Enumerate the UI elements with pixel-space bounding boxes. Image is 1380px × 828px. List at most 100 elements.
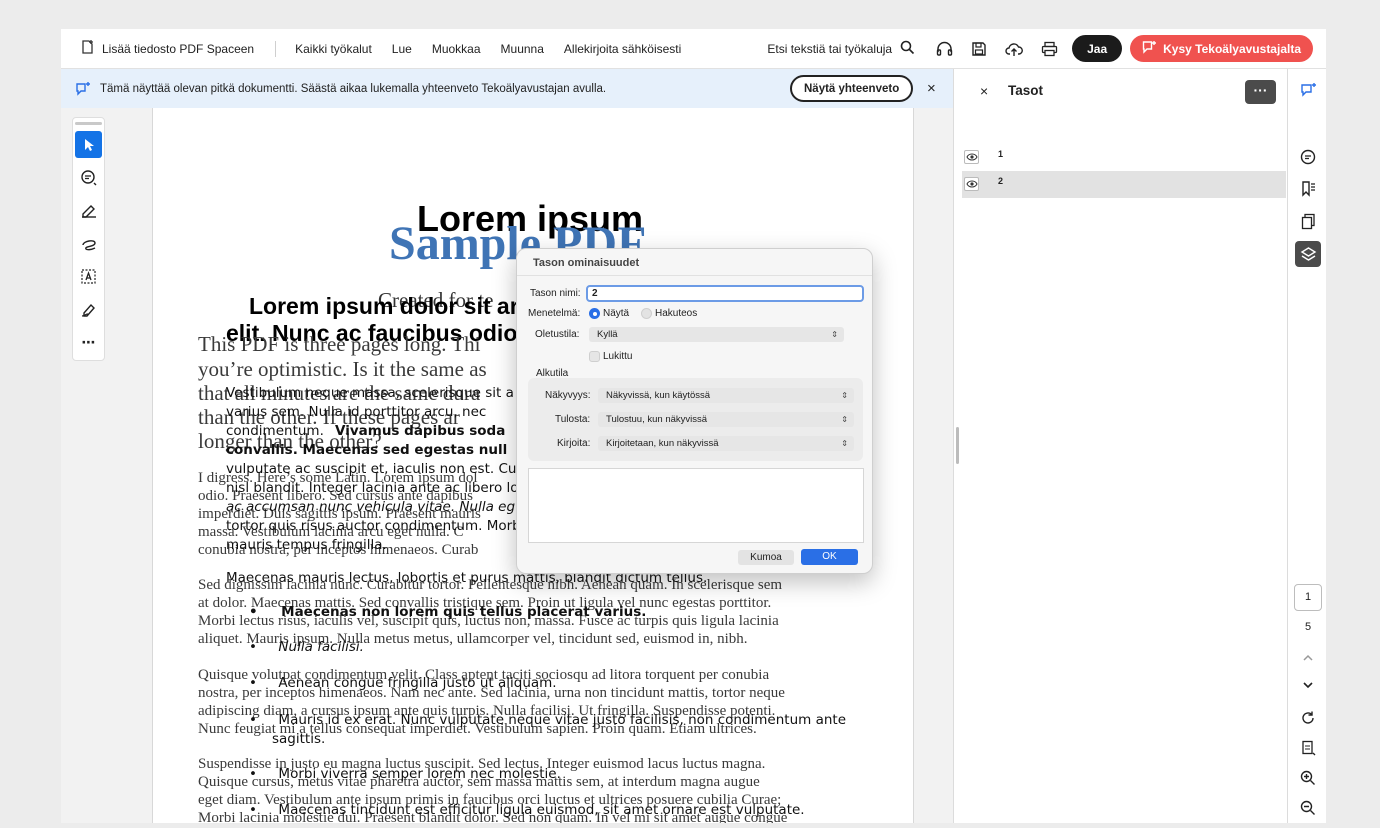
eye-icon[interactable]: [964, 177, 979, 191]
previous-page-icon[interactable]: [1295, 645, 1321, 671]
layers-more-button[interactable]: ···: [1245, 80, 1276, 104]
sans-line: mauris tempus fringilla.: [226, 537, 387, 553]
print-icon[interactable]: [1040, 40, 1058, 58]
main-menu: Kaikki työkalut Lue Muokkaa Muunna Allek…: [295, 42, 681, 56]
save-icon[interactable]: [970, 40, 988, 58]
method-reference-radio[interactable]: [641, 308, 652, 319]
menu-edit[interactable]: Muokkaa: [432, 42, 481, 56]
ok-button[interactable]: OK: [801, 549, 858, 565]
layer-description-textarea[interactable]: [528, 468, 864, 543]
default-state-select[interactable]: Kyllä ⇕: [589, 327, 844, 342]
print-select[interactable]: Tulostuu, kun näkyvissä ⇕: [598, 412, 854, 427]
sans-line: Vestibulum neque massa, scelerisque sit …: [226, 385, 514, 401]
cancel-button[interactable]: Kumoa: [738, 550, 794, 565]
bullet-item: • Morbi viverra semper lorem nec molesti…: [249, 766, 561, 782]
top-toolbar: Lisää tiedosto PDF Spaceen Kaikki työkal…: [61, 29, 1326, 69]
select-arrows-icon: ⇕: [841, 415, 848, 424]
serif-line: you’re optimistic. Is it the same as: [198, 357, 487, 381]
select-arrows-icon: ⇕: [841, 391, 848, 400]
ai-summary-banner: Tämä näyttää olevan pitkä dokumentti. Sä…: [61, 69, 953, 108]
locked-checkbox[interactable]: [589, 351, 600, 362]
menu-all-tools[interactable]: Kaikki työkalut: [295, 42, 372, 56]
layers-title: Tasot: [1008, 83, 1044, 98]
ai-summary-icon: [75, 81, 91, 96]
sans-line: varius sem. Nulla id porttitor arcu, nec: [226, 404, 487, 420]
method-show-radio[interactable]: [589, 308, 600, 319]
visibility-label: Näkyvyys:: [545, 390, 591, 401]
menu-e-sign[interactable]: Allekirjoita sähköisesti: [564, 42, 681, 56]
default-state-value: Kyllä: [597, 329, 618, 340]
menu-convert[interactable]: Muunna: [501, 42, 544, 56]
method-label: Menetelmä:: [528, 308, 581, 319]
pages-icon[interactable]: [1295, 208, 1321, 234]
layer-name: 2: [998, 176, 1004, 186]
layer-row-selected[interactable]: 2: [962, 171, 1286, 198]
select-arrows-icon: ⇕: [841, 439, 848, 448]
menu-read[interactable]: Lue: [392, 42, 412, 56]
rotate-icon[interactable]: [1295, 705, 1321, 731]
sans-line: vulputate ac suscipit et, iaculis non es…: [226, 461, 517, 477]
layers-panel: × Tasot ··· 1 2: [953, 69, 1287, 823]
toolbar-right: Etsi tekstiä tai työkaluja Jaa Kysy Teko…: [767, 29, 1326, 68]
method-show-label: Näytä: [603, 308, 630, 319]
select-tool-icon[interactable]: [75, 131, 102, 158]
ai-assistant-icon[interactable]: [1295, 77, 1321, 103]
initial-state-group: Näkyvyys: Näkyvissä, kun käytössä ⇕ Tulo…: [528, 378, 863, 461]
sans-line: nisl blandit. Integer lacinia ante ac li…: [226, 480, 519, 496]
headphones-icon[interactable]: [935, 40, 953, 58]
dialog-divider: [517, 275, 872, 276]
highlight-tool-icon[interactable]: [75, 197, 102, 224]
banner-close-icon[interactable]: ×: [927, 80, 936, 97]
doc-heading-line-1: Lorem ipsum dolor sit ar: [249, 293, 519, 319]
layers-icon[interactable]: [1295, 241, 1321, 267]
export-value: Kirjoitetaan, kun näkyvissä: [606, 438, 719, 449]
add-file-icon: [80, 39, 96, 58]
sans-line-bold: convallis. Maecenas sed egestas null: [226, 442, 508, 458]
bullet-continuation: sagittis.: [272, 731, 326, 747]
sign-tool-icon[interactable]: [75, 296, 102, 323]
bookmarks-icon[interactable]: [1295, 175, 1321, 201]
bullet-item: • Aenean congue fringilla justo ut aliqu…: [249, 675, 557, 691]
export-select[interactable]: Kirjoitetaan, kun näkyvissä ⇕: [598, 436, 854, 451]
search-icon: [900, 40, 915, 58]
tool-rail: ⋯: [72, 117, 105, 361]
eye-icon[interactable]: [964, 150, 979, 164]
current-page-input[interactable]: 1: [1294, 584, 1322, 611]
cloud-upload-icon[interactable]: [1005, 40, 1024, 58]
next-page-icon[interactable]: [1295, 672, 1321, 698]
add-file-button[interactable]: Lisää tiedosto PDF Spaceen: [61, 29, 254, 68]
visibility-select[interactable]: Näkyvissä, kun käytössä ⇕: [598, 388, 854, 403]
ai-assistant-button[interactable]: Kysy Tekoälyavustajalta: [1130, 35, 1313, 62]
layer-name: 1: [998, 149, 1004, 159]
bullet-item: • Maecenas non lorem quis tellus placera…: [249, 604, 647, 620]
layer-name-input[interactable]: 2: [586, 285, 864, 302]
share-button[interactable]: Jaa: [1072, 35, 1123, 62]
panel-resize-handle[interactable]: [956, 427, 959, 464]
bullet-item: • Maecenas tincidunt est efficitur ligul…: [249, 802, 805, 818]
draw-tool-icon[interactable]: [75, 230, 102, 257]
comments-icon[interactable]: [1295, 144, 1321, 170]
ai-chat-icon: [1142, 40, 1157, 57]
drag-handle[interactable]: [75, 122, 102, 125]
layers-close-icon[interactable]: ×: [980, 83, 988, 99]
bullet-item: • Mauris id ex erat. Nunc vulputate nequ…: [249, 712, 847, 728]
sans-line-bold: Vivamus dapibus soda: [335, 423, 506, 439]
more-tools-icon[interactable]: ⋯: [75, 329, 102, 356]
select-arrows-icon: ⇕: [831, 330, 838, 339]
page-fit-icon[interactable]: [1295, 735, 1321, 761]
ai-assistant-label: Kysy Tekoälyavustajalta: [1163, 41, 1301, 56]
text-box-tool-icon[interactable]: [75, 263, 102, 290]
zoom-in-icon[interactable]: [1295, 765, 1321, 791]
bullet-item: • Nulla facilisi.: [249, 639, 364, 655]
layer-row[interactable]: 1: [962, 144, 1286, 171]
zoom-out-icon[interactable]: [1295, 795, 1321, 821]
print-label: Tulosta:: [555, 414, 591, 425]
search-label: Etsi tekstiä tai työkaluja: [767, 41, 893, 56]
show-summary-button[interactable]: Näytä yhteenveto: [790, 75, 914, 102]
layer-name-label: Tason nimi:: [530, 288, 581, 299]
comment-tool-icon[interactable]: [75, 164, 102, 191]
layer-properties-dialog: Tason ominaisuudet Tason nimi: 2 Menetel…: [516, 248, 873, 574]
print-value: Tulostuu, kun näkyvissä: [606, 414, 708, 425]
search-tools-button[interactable]: Etsi tekstiä tai työkaluja: [767, 40, 915, 58]
total-pages: 5: [1304, 621, 1312, 633]
